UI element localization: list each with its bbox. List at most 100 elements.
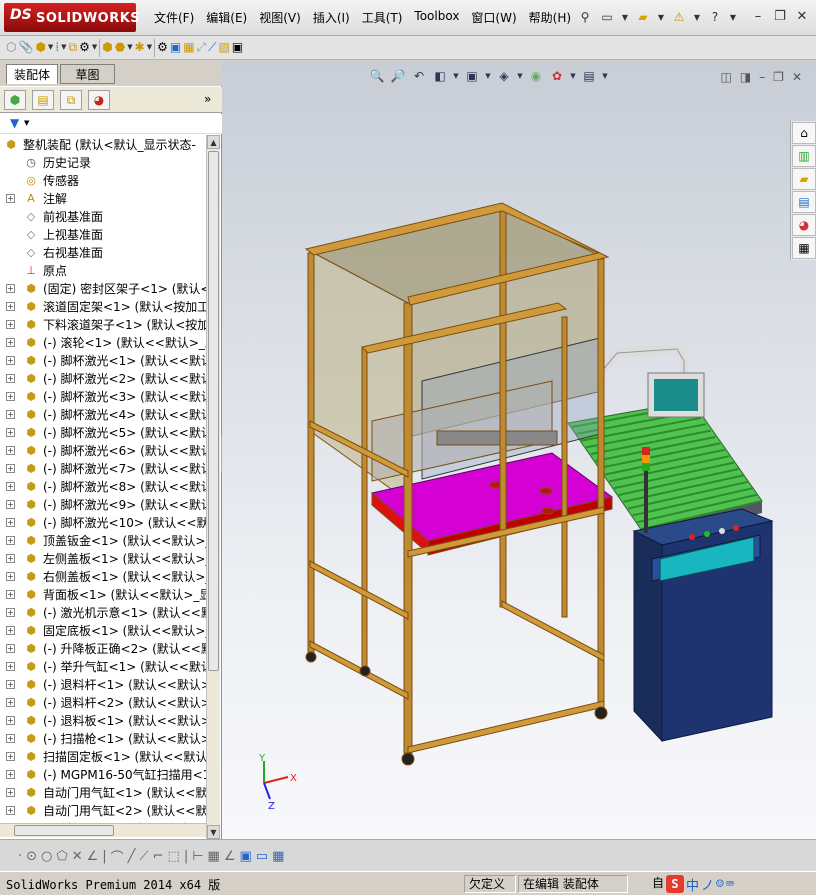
appearances-icon[interactable]: ◕: [792, 214, 816, 236]
tree-item[interactable]: + ⬢ 自动门用气缸<1> (默认<<默认: [0, 783, 206, 801]
tree-item[interactable]: ◇ 前视基准面: [0, 207, 206, 225]
tree-item[interactable]: + ⬢ (-) 退料杆<2> (默认<<默认>_: [0, 693, 206, 711]
design-library-icon[interactable]: ▥: [792, 145, 816, 167]
ime-toolbar[interactable]: S 中 ノ ☺ ⌨: [666, 873, 734, 895]
expand-icon[interactable]: +: [6, 445, 15, 455]
expand-icon[interactable]: +: [6, 607, 15, 617]
tree-item[interactable]: + ⬢ (-) MGPM16-50气缸扫描用<1>: [0, 765, 206, 783]
tree-item[interactable]: + ⬢ 背面板<1> (默认<<默认>_显示: [0, 585, 206, 603]
exploded-view-icon[interactable]: ⤢: [197, 37, 207, 57]
expand-icon[interactable]: +: [6, 805, 15, 815]
scroll-up-icon[interactable]: ▲: [207, 135, 220, 149]
scroll-thumb[interactable]: [208, 151, 219, 671]
expand-icon[interactable]: +: [6, 373, 15, 383]
tab-assembly[interactable]: 装配体: [6, 64, 58, 84]
assembly-model[interactable]: Y X Z: [222, 61, 816, 839]
tree-item[interactable]: + ⬢ (-) 扫描枪<1> (默认<<默认>_: [0, 729, 206, 747]
status-custom[interactable]: 自: [648, 875, 666, 893]
tree-item[interactable]: + ⬢ (-) 脚杯激光<2> (默认<<默认: [0, 369, 206, 387]
menu-window[interactable]: 窗口(W): [465, 9, 522, 26]
mate-icon[interactable]: ⁞: [55, 37, 59, 57]
polygon-icon[interactable]: ⬠: [56, 847, 67, 865]
home-icon[interactable]: ⌂: [792, 122, 816, 144]
smart-fasteners-icon[interactable]: ⚙: [79, 37, 90, 57]
component-pattern-icon[interactable]: ⧉: [69, 37, 78, 57]
quad-view-icon[interactable]: ▦: [272, 847, 284, 865]
tree-item[interactable]: + ⬢ 滚道固定架<1> (默认<按加工>: [0, 297, 206, 315]
expand-icon[interactable]: +: [6, 697, 15, 707]
tree-item[interactable]: + ⬢ 左侧盖板<1> (默认<<默认>_显: [0, 549, 206, 567]
split-view-icon[interactable]: ▭: [256, 847, 268, 865]
minimize-icon[interactable]: –: [750, 8, 766, 24]
chevron-down-icon[interactable]: ▼: [656, 7, 666, 27]
expand-icon[interactable]: +: [6, 625, 15, 635]
tree-item[interactable]: + ⬢ (-) 脚杯激光<7> (默认<<默认: [0, 459, 206, 477]
graphics-area[interactable]: 🔍 🔎 ↶ ◧ ▼ ▣ ▼ ◈ ▼ ◉ ✿ ▼ ▤ ▼ ◫ ◨ – ❐ ✕ Y …: [222, 61, 816, 839]
arc-icon[interactable]: ⌒: [111, 847, 124, 866]
tree-item[interactable]: + ⬢ (-) 举升气缸<1> (默认<<默认: [0, 657, 206, 675]
tree-item[interactable]: + ⬢ 顶盖钣金<1> (默认<<默认>_显: [0, 531, 206, 549]
expand-icon[interactable]: +: [6, 499, 15, 509]
chevron-down-icon[interactable]: ▼: [24, 119, 29, 127]
tree-item[interactable]: + ⬢ (-) 升降板正确<2> (默认<<默: [0, 639, 206, 657]
tree-item[interactable]: + ⬢ (-) 脚杯激光<5> (默认<<默认: [0, 423, 206, 441]
tree-item[interactable]: ◎ 传感器: [0, 171, 206, 189]
menu-file[interactable]: 文件(F): [148, 9, 200, 26]
ime-person-icon[interactable]: ☺: [716, 877, 724, 892]
chevron-down-icon[interactable]: ▼: [61, 37, 66, 57]
assembly-features-icon[interactable]: ✱: [135, 37, 145, 57]
expand-icon[interactable]: +: [6, 319, 15, 329]
tree-item[interactable]: + ⬢ (-) 滚轮<1> (默认<<默认>_显: [0, 333, 206, 351]
tree-item[interactable]: + ⬢ 右侧盖板<1> (默认<<默认>_显: [0, 567, 206, 585]
tree-item[interactable]: + ⬢ 扫描固定板<1> (默认<<默认>_: [0, 747, 206, 765]
bill-of-materials-icon[interactable]: ▦: [183, 37, 194, 57]
grid-icon[interactable]: ▦: [208, 847, 220, 865]
tree-item[interactable]: + ⬢ (固定) 密封区架子<1> (默认<: [0, 279, 206, 297]
property-manager-tab-icon[interactable]: ▤: [32, 90, 54, 110]
chevron-down-icon[interactable]: ▼: [48, 37, 53, 57]
reference-geometry-icon[interactable]: ⚙: [157, 37, 168, 57]
menu-view[interactable]: 视图(V): [253, 9, 307, 26]
custom-properties-icon[interactable]: ▦: [792, 237, 816, 259]
insert-component-icon[interactable]: ⬢: [35, 37, 45, 57]
tab-sketch[interactable]: 草图: [60, 64, 115, 84]
expand-icon[interactable]: +: [6, 553, 15, 563]
chevron-down-icon[interactable]: ▼: [728, 7, 738, 27]
close-icon[interactable]: ✕: [794, 8, 810, 24]
tree-item[interactable]: + ⬢ 自动门用气缸<2> (默认<<默认: [0, 801, 206, 819]
expand-icon[interactable]: +: [6, 427, 15, 437]
tree-horizontal-scrollbar[interactable]: [0, 823, 206, 837]
tree-vertical-scrollbar[interactable]: ▲ ▼: [206, 135, 220, 839]
expand-icon[interactable]: +: [6, 355, 15, 365]
interference-detection-icon[interactable]: ▧: [219, 37, 230, 57]
show-hidden-icon[interactable]: ⬣: [115, 37, 125, 57]
filter-icon[interactable]: ▼: [10, 116, 19, 130]
open-folder-icon[interactable]: ▰: [634, 7, 652, 27]
tree-item[interactable]: + ⬢ 下料滚道架子<1> (默认<按加工: [0, 315, 206, 333]
expand-icon[interactable]: +: [6, 715, 15, 725]
tree-item[interactable]: ◷ 历史记录: [0, 153, 206, 171]
move-component-icon[interactable]: ⬢: [102, 37, 112, 57]
expand-icon[interactable]: +: [6, 301, 15, 311]
expand-icon[interactable]: +: [6, 751, 15, 761]
warning-icon[interactable]: ⚠: [670, 7, 688, 27]
help-icon[interactable]: ?: [706, 7, 724, 27]
view-cube-icon[interactable]: ▣: [239, 847, 251, 865]
tree-item[interactable]: ⊥ 原点: [0, 261, 206, 279]
chevron-down-icon[interactable]: ▼: [127, 37, 132, 57]
expand-icon[interactable]: +: [6, 337, 15, 347]
view-palette-icon[interactable]: ▤: [792, 191, 816, 213]
menu-help[interactable]: 帮助(H): [523, 9, 577, 26]
chevron-down-icon[interactable]: ▼: [692, 7, 702, 27]
new-motion-study-icon[interactable]: ▣: [170, 37, 181, 57]
tree-item[interactable]: ◇ 右视基准面: [0, 243, 206, 261]
solidworks-logo[interactable]: DS SOLIDWORKS: [4, 3, 140, 32]
trim-icon[interactable]: ✕: [72, 847, 83, 865]
explode-line-sketch-icon[interactable]: ⟋: [208, 37, 216, 57]
tree-item[interactable]: + ⬢ (-) 激光机示意<1> (默认<<默: [0, 603, 206, 621]
expand-icon[interactable]: +: [6, 589, 15, 599]
menu-toolbox[interactable]: Toolbox: [408, 9, 465, 26]
instant3d-icon[interactable]: ▣: [232, 37, 243, 57]
expand-icon[interactable]: +: [6, 733, 15, 743]
expand-icon[interactable]: +: [6, 481, 15, 491]
